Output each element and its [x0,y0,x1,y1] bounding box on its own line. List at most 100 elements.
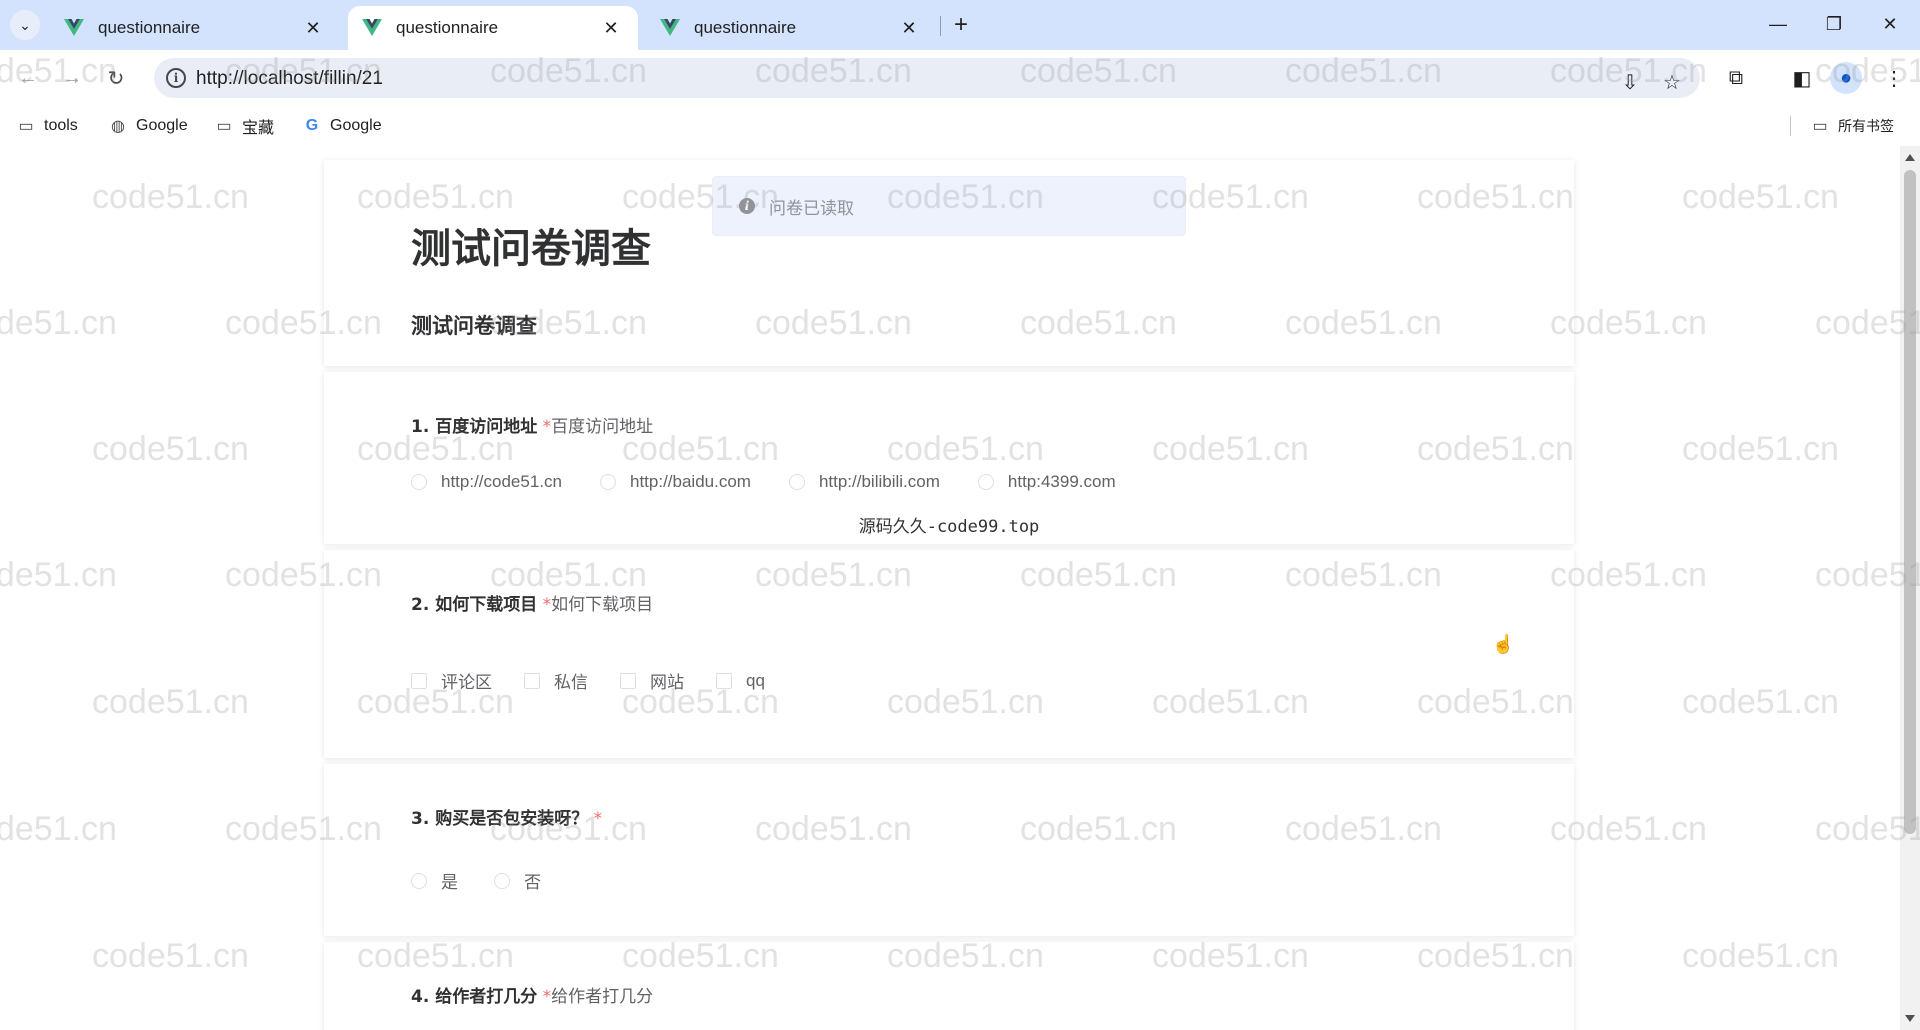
radio-button[interactable] [411,474,427,490]
reload-button[interactable]: ↻ [100,62,132,94]
question-card-1: 1. 百度访问地址 *百度访问地址 http://code51.cn http:… [324,372,1574,544]
menu-kebab-icon[interactable]: ⋮ [1878,62,1910,94]
checkbox[interactable] [716,672,732,689]
radio-option[interactable]: http:4399.com [977,472,1116,492]
bookmark-google[interactable]: ◍ Google [108,112,188,140]
arrow-right-icon: → [62,66,82,89]
plus-icon: + [953,11,968,38]
question-number: 1. 百度访问地址 [411,417,538,437]
tab-divider [940,16,941,36]
option-label: 私信 [554,673,588,692]
scroll-up-arrow-icon[interactable] [1905,154,1915,161]
bookmark-tools[interactable]: ▭ tools [16,112,78,140]
side-panel-icon[interactable]: ◧ [1786,62,1818,94]
question-description: 给作者打几分 [551,987,654,1007]
info-icon: i [739,198,755,214]
required-mark: * [537,987,552,1007]
folder-icon: ▭ [216,118,232,135]
survey-title: 测试问卷调查 [411,226,651,272]
scrollbar-thumb[interactable] [1904,170,1916,834]
bookmark-google-2[interactable]: G Google [302,112,382,140]
checkbox[interactable] [524,672,540,689]
tab-title: questionnaire [396,18,499,37]
chevron-down-icon: ⌄ [19,16,31,33]
new-tab-button[interactable]: + [946,10,976,40]
checkbox-option[interactable]: 私信 [524,668,588,693]
browser-tab-2[interactable]: questionnaire ✕ [348,6,638,50]
question-description: 百度访问地址 [551,417,654,437]
forward-button[interactable]: → [56,62,88,94]
vue-logo-icon [362,19,382,36]
tab-title: questionnaire [98,18,201,37]
all-bookmarks-button[interactable]: ▭ 所有书签 [1810,112,1894,140]
bookmark-label: Google [136,117,188,134]
checkbox-group: 评论区 私信 网站 qq [411,668,801,693]
radio-group: 是 否 [411,868,577,893]
radio-option[interactable]: http://bilibili.com [788,472,940,492]
back-button[interactable]: ← [12,62,44,94]
required-mark: * [537,595,552,615]
tab-strip: ⌄ questionnaire ✕ questionnaire ✕ questi… [0,0,1920,50]
close-icon[interactable]: ✕ [598,15,624,41]
survey-subtitle: 测试问卷调查 [411,314,537,338]
close-icon[interactable]: ✕ [896,15,922,41]
url-text[interactable]: http://localhost/fillin/21 [196,68,383,90]
question-number: 2. 如何下载项目 [411,595,538,615]
vertical-scrollbar[interactable] [1900,146,1920,1030]
checkbox[interactable] [411,672,427,689]
radio-button[interactable] [788,474,805,490]
scroll-down-arrow-icon[interactable] [1905,1015,1915,1022]
browser-tab-1[interactable]: questionnaire ✕ [50,6,340,50]
question-title: 2. 如何下载项目 *如何下载项目 [411,590,653,615]
option-label: 是 [441,873,458,892]
close-icon: ✕ [1882,13,1898,34]
checkbox-option[interactable]: qq [716,671,765,691]
arrow-left-icon: ← [18,66,38,89]
tab-search-button[interactable]: ⌄ [10,10,40,40]
option-label: 否 [524,873,541,892]
browser-tab-3[interactable]: questionnaire ✕ [646,6,936,50]
question-card-3: 3. 购买是否包安装呀？ * 是 否 [324,764,1574,936]
source-note: 源码久久-code99.top [858,517,1040,537]
minimize-button[interactable]: — [1750,0,1806,48]
option-label: qq [746,670,765,690]
install-app-icon[interactable]: ⇩ [1614,66,1646,98]
profile-avatar-icon[interactable]: ● [1830,62,1862,94]
radio-option[interactable]: 是 [411,868,458,893]
bookmark-treasure[interactable]: ▭ 宝藏 [214,112,274,140]
radio-button[interactable] [411,872,427,889]
extensions-icon[interactable]: ⧉ [1720,62,1752,94]
checkbox-option[interactable]: 评论区 [411,668,492,693]
question-title: 3. 购买是否包安装呀？ * [411,804,602,829]
checkbox-option[interactable]: 网站 [620,668,684,693]
restore-button[interactable]: ❐ [1806,0,1862,48]
all-bookmarks-label: 所有书签 [1838,118,1894,134]
radio-option[interactable]: 否 [494,868,541,893]
radio-group: http://code51.cn http://baidu.com http:/… [411,472,1152,492]
radio-button[interactable] [494,872,510,889]
close-window-button[interactable]: ✕ [1862,0,1918,48]
bookmarks-bar: ▭ tools ◍ Google ▭ 宝藏 G Google ▭ 所有书签 [0,106,1920,146]
question-description: 如何下载项目 [551,595,654,615]
radio-option[interactable]: http://code51.cn [411,472,562,492]
browser-toolbar: ← → ↻ i http://localhost/fillin/21 ⇩ ☆ ⧉… [0,50,1920,106]
bookmark-label: tools [44,117,78,134]
checkbox[interactable] [620,672,636,689]
close-icon[interactable]: ✕ [300,15,326,41]
option-label: http://code51.cn [441,472,562,491]
tab-title: questionnaire [694,18,797,37]
option-label: http:4399.com [1007,472,1116,491]
question-number: 3. 购买是否包安装呀？ [411,809,589,829]
required-mark: * [537,417,552,437]
bookmark-star-icon[interactable]: ☆ [1656,66,1688,98]
toast-text: 问卷已读取 [769,198,854,218]
site-info-icon[interactable]: i [166,68,186,88]
radio-button[interactable] [977,474,994,490]
vue-logo-icon [64,19,84,36]
question-card-2: 2. 如何下载项目 *如何下载项目 评论区 私信 网站 qq [324,550,1574,758]
radio-button[interactable] [599,474,616,490]
page-viewport: i 问卷已读取 测试问卷调查 测试问卷调查 1. 百度访问地址 *百度访问地址 … [0,146,1900,1030]
radio-option[interactable]: http://baidu.com [599,472,751,492]
globe-icon: ◍ [111,118,125,135]
address-bar[interactable]: i http://localhost/fillin/21 ⇩ ☆ [154,58,1700,98]
